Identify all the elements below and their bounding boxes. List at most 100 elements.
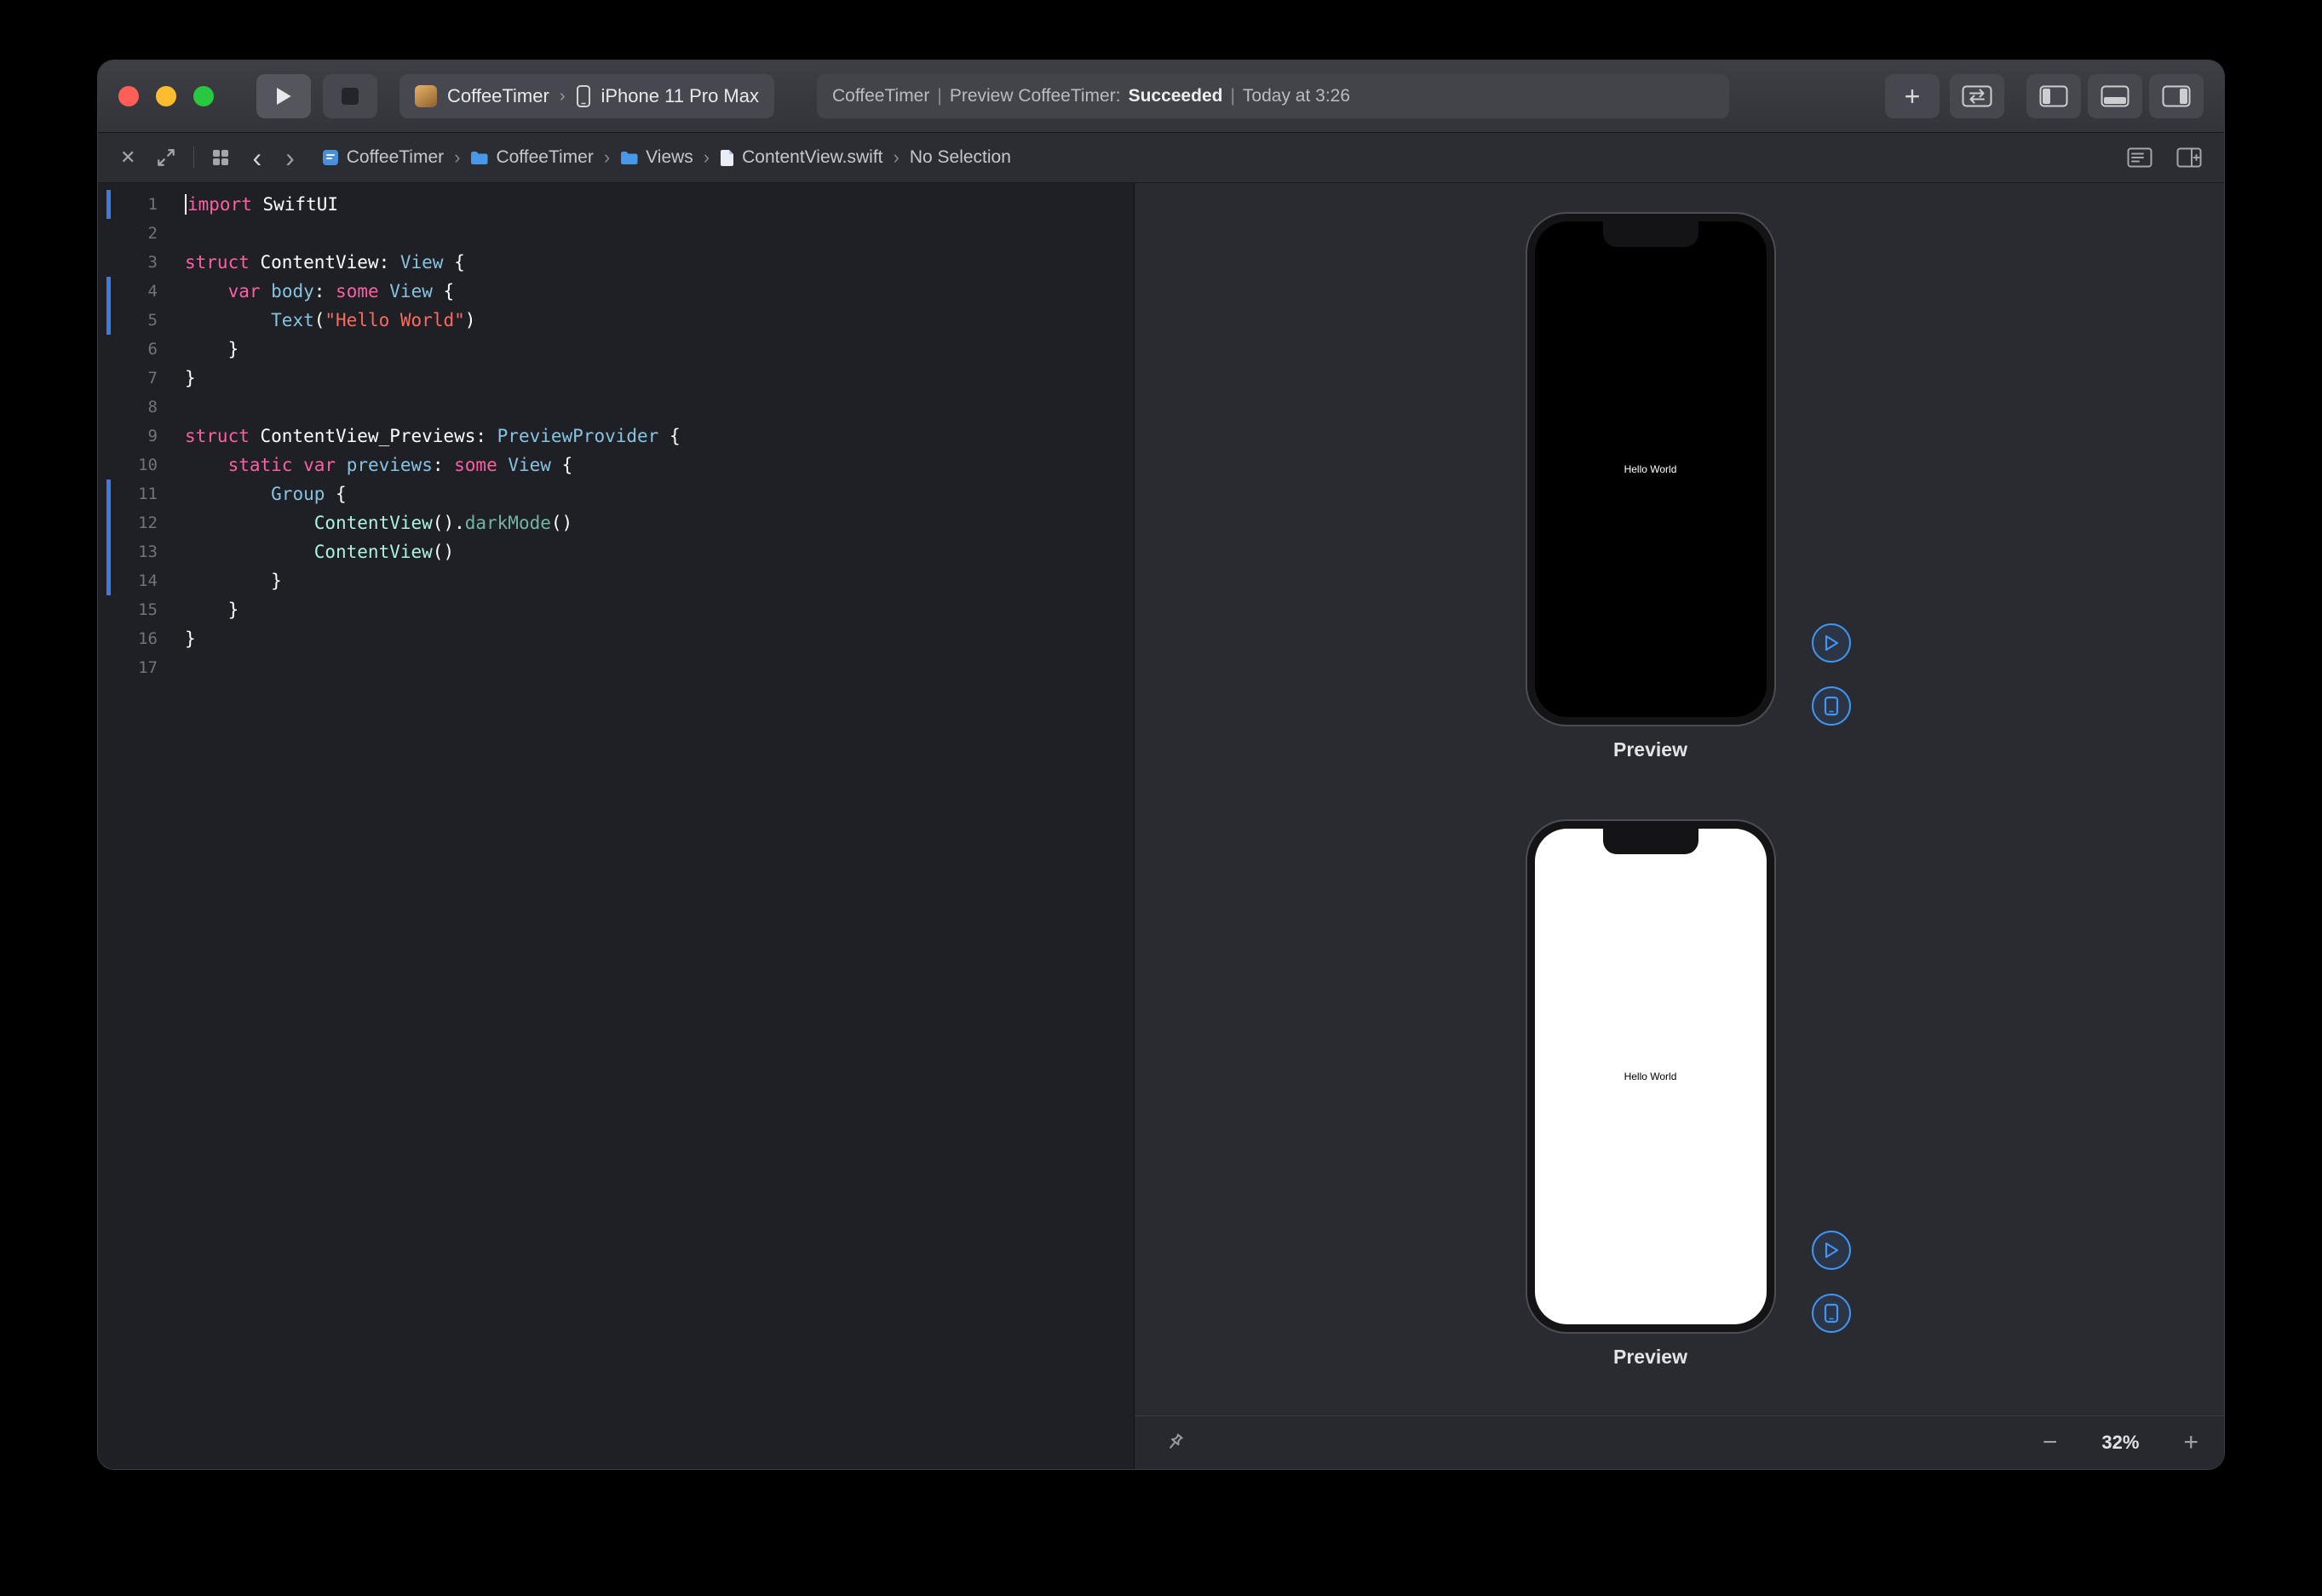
line-number[interactable]: 8 (98, 393, 158, 422)
line-number[interactable]: 15 (98, 595, 158, 624)
text-cursor (185, 194, 187, 215)
line-number[interactable]: 4 (98, 277, 158, 306)
panel-toggles (2026, 74, 2204, 118)
activity-viewer[interactable]: CoffeeTimer | Preview CoffeeTimer: Succe… (817, 74, 1729, 118)
app-icon (415, 85, 437, 107)
library-button[interactable]: + (1885, 74, 1940, 118)
zoom-out-button[interactable]: − (2043, 1430, 2058, 1455)
status-divider: | (1230, 86, 1234, 106)
run-button[interactable] (256, 74, 311, 118)
breadcrumb-item-coffeetimer[interactable]: CoffeeTimer (470, 147, 593, 168)
line-number[interactable]: 16 (98, 624, 158, 653)
code-line[interactable]: 6 } (98, 335, 1134, 364)
panel-bottom-icon (2101, 85, 2129, 107)
code-line[interactable]: 4 var body: some View { (98, 277, 1134, 306)
add-editor-button[interactable] (2173, 147, 2205, 168)
code-line[interactable]: 1import SwiftUI (98, 190, 1134, 219)
zoom-in-button[interactable]: + (2183, 1430, 2198, 1455)
toggle-inspector-button[interactable] (2149, 74, 2204, 118)
pin-preview-button[interactable] (1160, 1432, 1189, 1454)
canvas-bottom-bar: − 32% + (1135, 1415, 2224, 1469)
code-line[interactable]: 14 } (98, 566, 1134, 595)
plus-icon: + (1905, 83, 1921, 110)
line-number[interactable]: 3 (98, 248, 158, 277)
toggle-navigator-button[interactable] (2026, 74, 2081, 118)
code-text: } (185, 629, 196, 649)
preview-on-device-button[interactable] (1812, 686, 1851, 726)
code-line[interactable]: 15 } (98, 595, 1134, 624)
code-line[interactable]: 17 (98, 653, 1134, 682)
code-line[interactable]: 3 struct ContentView: View { (98, 248, 1134, 277)
split-editor-icon (2176, 147, 2202, 168)
line-number[interactable]: 1 (98, 190, 158, 219)
swap-arrows-icon (1962, 85, 1992, 107)
line-number[interactable]: 10 (98, 451, 158, 479)
preview-canvas: Hello World Preview (1135, 183, 2224, 1469)
scheme-target-label: CoffeeTimer (447, 85, 549, 107)
go-forward-button[interactable]: › (280, 144, 300, 171)
breadcrumb-label: CoffeeTimer (496, 147, 593, 168)
code-text: Text("Hello World") (185, 310, 475, 330)
breadcrumb-item-views[interactable]: Views (620, 147, 693, 168)
breadcrumb-item-coffeetimer[interactable]: CoffeeTimer (322, 147, 444, 168)
code-text: var body: some View { (185, 281, 454, 301)
scheme-selector[interactable]: CoffeeTimer › iPhone 11 Pro Max (399, 74, 774, 118)
line-number[interactable]: 2 (98, 219, 158, 248)
status-project: CoffeeTimer (832, 86, 929, 106)
code-line[interactable]: 9struct ContentView_Previews: PreviewPro… (98, 422, 1134, 451)
code-line[interactable]: 12 ContentView().darkMode() (98, 508, 1134, 537)
preview-buttons (1812, 1231, 1851, 1333)
go-back-button[interactable]: ‹ (247, 144, 267, 171)
stop-icon (342, 88, 359, 105)
preview-group-dark: Hello World Preview (1527, 214, 1774, 761)
panel-left-icon (2039, 85, 2068, 107)
editor-options-button[interactable] (2124, 147, 2156, 168)
zoom-window-button[interactable] (193, 86, 214, 106)
code-line[interactable]: 5 Text("Hello World") (98, 306, 1134, 335)
minimize-window-button[interactable] (156, 86, 176, 106)
stop-button[interactable] (323, 74, 377, 118)
editor-orientation-button[interactable] (1950, 74, 2004, 118)
line-number[interactable]: 17 (98, 653, 158, 682)
line-number[interactable]: 6 (98, 335, 158, 364)
editor-area: 1import SwiftUI23 struct ContentView: Vie… (98, 183, 2224, 1469)
code-text: ContentView() (185, 542, 454, 562)
code-line[interactable]: 7} (98, 364, 1134, 393)
code-text: Group { (185, 484, 347, 504)
breadcrumb-separator: › (704, 146, 710, 169)
focus-editor-button[interactable] (152, 147, 180, 168)
breadcrumb-item-contentview-swift[interactable]: ContentView.swift (720, 147, 882, 168)
close-window-button[interactable] (118, 86, 139, 106)
live-preview-button[interactable] (1812, 623, 1851, 663)
canvas-scroll-area[interactable]: Hello World Preview (1135, 183, 2224, 1416)
line-number[interactable]: 7 (98, 364, 158, 393)
breadcrumb: CoffeeTimer›CoffeeTimer›Views›ContentVie… (322, 146, 2110, 169)
toggle-debug-area-button[interactable] (2088, 74, 2142, 118)
live-preview-button[interactable] (1812, 1231, 1851, 1270)
preview-on-device-button[interactable] (1812, 1294, 1851, 1333)
code-line[interactable]: 11 Group { (98, 479, 1134, 508)
code-line[interactable]: 10 static var previews: some View { (98, 451, 1134, 479)
code-text: } (185, 571, 282, 591)
line-number[interactable]: 13 (98, 537, 158, 566)
code-text: } (185, 368, 196, 388)
close-editor-button[interactable]: ✕ (117, 146, 139, 169)
line-number[interactable]: 12 (98, 508, 158, 537)
breadcrumb-item-no-selection[interactable]: No Selection (910, 147, 1011, 168)
toolbar-right-buttons: + (1885, 74, 2204, 118)
code-line[interactable]: 16} (98, 624, 1134, 653)
line-number[interactable]: 11 (98, 479, 158, 508)
code-line[interactable]: 13 ContentView() (98, 537, 1134, 566)
related-items-button[interactable] (208, 148, 233, 167)
line-number[interactable]: 9 (98, 422, 158, 451)
toolbar: CoffeeTimer › iPhone 11 Pro Max CoffeeTi… (98, 60, 2224, 133)
code-line[interactable]: 2 (98, 219, 1134, 248)
window-controls (118, 86, 214, 106)
code-line[interactable]: 8 (98, 393, 1134, 422)
zoom-level[interactable]: 32% (2101, 1432, 2139, 1454)
line-number[interactable]: 14 (98, 566, 158, 595)
code-editor[interactable]: 1import SwiftUI23 struct ContentView: Vie… (98, 183, 1135, 1469)
breadcrumb-label: CoffeeTimer (347, 147, 444, 168)
line-number[interactable]: 5 (98, 306, 158, 335)
code-text: struct ContentView: View { (185, 252, 465, 273)
